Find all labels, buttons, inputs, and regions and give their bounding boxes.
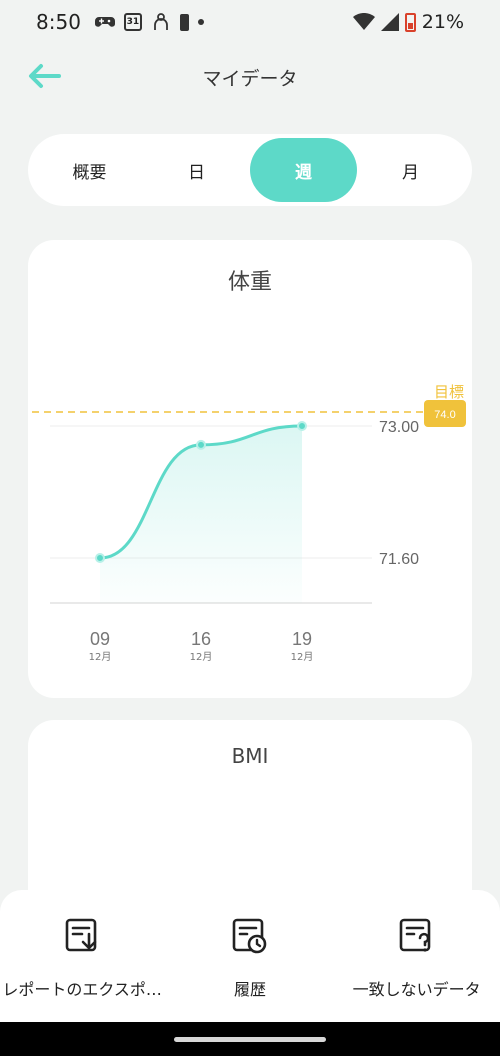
export-report-button[interactable]: レポートのエクスポート — [0, 890, 167, 1022]
unmatched-data-button[interactable]: 一致しないデータ — [333, 890, 500, 1022]
chart-data-point[interactable] — [95, 553, 105, 563]
x-tick-sublabel: 12月 — [291, 651, 314, 663]
chart-area-fill — [100, 426, 302, 603]
bottom-action-sheet: レポートのエクスポート 履歴 一致しないデータ — [0, 890, 500, 1022]
chart-data-point[interactable] — [196, 439, 206, 450]
history-icon — [232, 918, 267, 954]
unmatched-data-icon — [399, 918, 430, 952]
x-tick-label: 09 — [90, 629, 110, 649]
history-button[interactable]: 履歴 — [167, 890, 334, 1022]
y-tick-label: 73.00 — [379, 419, 419, 436]
weight-chart: 目標 74.0 73.00 71.60 09 12月 16 12月 19 12月 — [32, 383, 466, 663]
export-report-icon — [66, 918, 97, 952]
bmi-card-title: BMI — [231, 744, 269, 768]
system-nav-bar — [0, 1022, 500, 1056]
y-tick-label: 71.60 — [379, 551, 419, 568]
export-report-label: レポートのエクスポート — [2, 980, 165, 999]
x-tick-sublabel: 12月 — [190, 651, 213, 663]
unmatched-data-label: 一致しないデータ — [352, 980, 481, 999]
home-gesture-handle[interactable] — [174, 1037, 326, 1042]
history-label: 履歴 — [234, 980, 267, 999]
x-tick-label: 19 — [292, 629, 312, 649]
x-tick-sublabel: 12月 — [89, 651, 112, 663]
chart-data-point[interactable] — [297, 421, 307, 431]
goal-label: 目標 — [434, 383, 464, 401]
x-tick-label: 16 — [191, 629, 211, 649]
goal-badge-value: 74.0 — [434, 409, 455, 421]
